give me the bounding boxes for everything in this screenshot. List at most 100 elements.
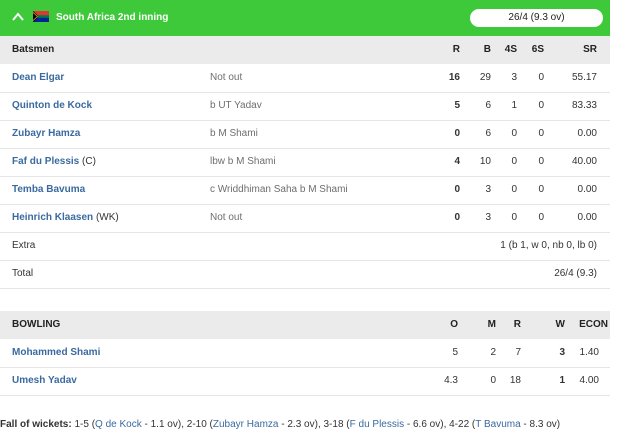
bowling-runs-value: 18 <box>509 375 521 386</box>
strike-rate-value: 0.00 <box>577 212 597 223</box>
wicket-over: 6.6 ov <box>412 419 441 430</box>
overs-value: 5 <box>452 347 458 358</box>
innings-header[interactable]: South Africa 2nd inning 26/4 (9.3 ov) <box>0 0 610 36</box>
chevron-up-icon[interactable] <box>12 12 24 22</box>
south-africa-flag-icon <box>33 11 49 22</box>
balls-value: 29 <box>479 72 491 83</box>
total-row: Total 26/4 (9.3) <box>0 260 610 289</box>
batsman-name-link[interactable]: Faf du Plessis (C) <box>12 148 96 176</box>
batsman-name-link[interactable]: Quinton de Kock <box>12 92 92 120</box>
bowling-runs-column-header: R <box>513 319 521 330</box>
wickets-column-header: W <box>555 319 565 330</box>
fall-of-wickets: Fall of wickets: 1-5 (Q de Kock - 1.1 ov… <box>0 419 561 430</box>
wicket-over: 2.3 ov <box>287 419 315 430</box>
balls-value: 10 <box>479 156 491 167</box>
overs-value: 4.3 <box>444 375 458 386</box>
wicket-score: 3-18 <box>323 419 344 430</box>
wicket-player-link[interactable]: F du Plessis <box>350 419 404 430</box>
sixes-value: 0 <box>538 212 544 223</box>
dismissal-text: b UT Yadav <box>210 100 262 111</box>
strike-rate-value: 83.33 <box>571 100 597 111</box>
fours-column-header: 4S <box>504 44 517 55</box>
fours-value: 1 <box>511 100 517 111</box>
table-row: Faf du Plessis (C) lbw b M Shami 4 10 0 … <box>0 148 610 177</box>
wickets-value: 3 <box>559 347 565 358</box>
bowling-runs-value: 7 <box>515 347 521 358</box>
batsman-name-link[interactable]: Zubayr Hamza <box>12 120 80 148</box>
sixes-column-header: 6S <box>531 44 544 55</box>
batsman-name-link[interactable]: Heinrich Klaasen (WK) <box>12 204 119 232</box>
batsman-name-link[interactable]: Dean Elgar <box>12 64 64 92</box>
maidens-value: 0 <box>490 375 496 386</box>
wicket-player-link[interactable]: Q de Kock <box>95 419 142 430</box>
economy-column-header: ECON <box>579 319 608 330</box>
economy-value: 1.40 <box>579 347 599 358</box>
wicket-player-link[interactable]: Zubayr Hamza <box>213 419 279 430</box>
wicket-player-link[interactable]: T Bavuma <box>475 419 520 430</box>
extras-row: Extra 1 (b 1, w 0, nb 0, lb 0) <box>0 232 610 261</box>
total-label: Total <box>12 268 34 279</box>
wicket-score: 1-5 <box>74 419 89 430</box>
table-row: Heinrich Klaasen (WK) Not out 0 3 0 0 0.… <box>0 204 610 233</box>
fours-value: 0 <box>511 128 517 139</box>
bowling-column-header: BOWLING <box>12 319 61 330</box>
strike-rate-value: 0.00 <box>577 128 597 139</box>
strike-rate-value: 55.17 <box>571 72 597 83</box>
dismissal-text: lbw b M Shami <box>210 156 276 167</box>
batsmen-column-header: Batsmen <box>12 44 55 55</box>
wicket-score: 4-22 <box>449 419 470 430</box>
runs-value: 4 <box>454 156 460 167</box>
sixes-value: 0 <box>538 184 544 195</box>
runs-value: 16 <box>448 72 460 83</box>
dismissal-text: c Wriddhiman Saha b M Shami <box>210 184 348 195</box>
batting-header-row: Batsmen R B 4S 6S SR <box>0 36 610 64</box>
balls-value: 6 <box>485 128 491 139</box>
table-row: Temba Bavuma c Wriddhiman Saha b M Shami… <box>0 176 610 205</box>
sixes-value: 0 <box>538 128 544 139</box>
table-row: Zubayr Hamza b M Shami 0 6 0 0 0.00 <box>0 120 610 149</box>
sixes-value: 0 <box>538 156 544 167</box>
fall-of-wickets-label: Fall of wickets: <box>0 419 72 430</box>
table-row: Umesh Yadav 4.3 0 18 1 4.00 <box>0 367 610 396</box>
table-row: Dean Elgar Not out 16 29 3 0 55.17 <box>0 64 610 93</box>
bowler-name-link[interactable]: Umesh Yadav <box>12 367 77 395</box>
bowling-header-row: BOWLING O M R W ECON <box>0 311 610 339</box>
table-row: Quinton de Kock b UT Yadav 5 6 1 0 83.33 <box>0 92 610 121</box>
maidens-column-header: M <box>487 319 496 330</box>
fours-value: 0 <box>511 212 517 223</box>
runs-column-header: R <box>452 44 460 55</box>
sixes-value: 0 <box>538 72 544 83</box>
dismissal-text: Not out <box>210 72 243 83</box>
balls-column-header: B <box>483 44 491 55</box>
captain-tag: (C) <box>82 156 96 167</box>
fours-value: 3 <box>511 72 517 83</box>
wicket-over: 8.3 ov <box>529 419 557 430</box>
wicket-score: 2-10 <box>186 419 207 430</box>
bowler-name-link[interactable]: Mohammed Shami <box>12 339 100 367</box>
wicketkeeper-tag: (WK) <box>95 212 119 223</box>
extras-label: Extra <box>12 240 36 251</box>
scorecard: South Africa 2nd inning 26/4 (9.3 ov) Ba… <box>0 0 610 396</box>
fours-value: 0 <box>511 184 517 195</box>
runs-value: 5 <box>454 100 460 111</box>
sixes-value: 0 <box>538 100 544 111</box>
innings-title: South Africa 2nd inning <box>56 12 169 23</box>
overs-column-header: O <box>450 319 458 330</box>
batsman-name-link[interactable]: Temba Bavuma <box>12 176 85 204</box>
balls-value: 6 <box>485 100 491 111</box>
strike-rate-value: 0.00 <box>577 184 597 195</box>
balls-value: 3 <box>485 184 491 195</box>
fours-value: 0 <box>511 156 517 167</box>
balls-value: 3 <box>485 212 491 223</box>
runs-value: 0 <box>454 212 460 223</box>
runs-value: 0 <box>454 184 460 195</box>
table-row: Mohammed Shami 5 2 7 3 1.40 <box>0 339 610 368</box>
wicket-over: 1.1 ov <box>150 419 178 430</box>
dismissal-text: b M Shami <box>210 128 258 139</box>
innings-score-badge: 26/4 (9.3 ov) <box>470 9 603 27</box>
total-value: 26/4 (9.3) <box>554 268 597 279</box>
runs-value: 0 <box>454 128 460 139</box>
extras-value: 1 (b 1, w 0, nb 0, lb 0) <box>500 240 597 251</box>
dismissal-text: Not out <box>210 212 243 223</box>
strike-rate-column-header: SR <box>583 44 597 55</box>
